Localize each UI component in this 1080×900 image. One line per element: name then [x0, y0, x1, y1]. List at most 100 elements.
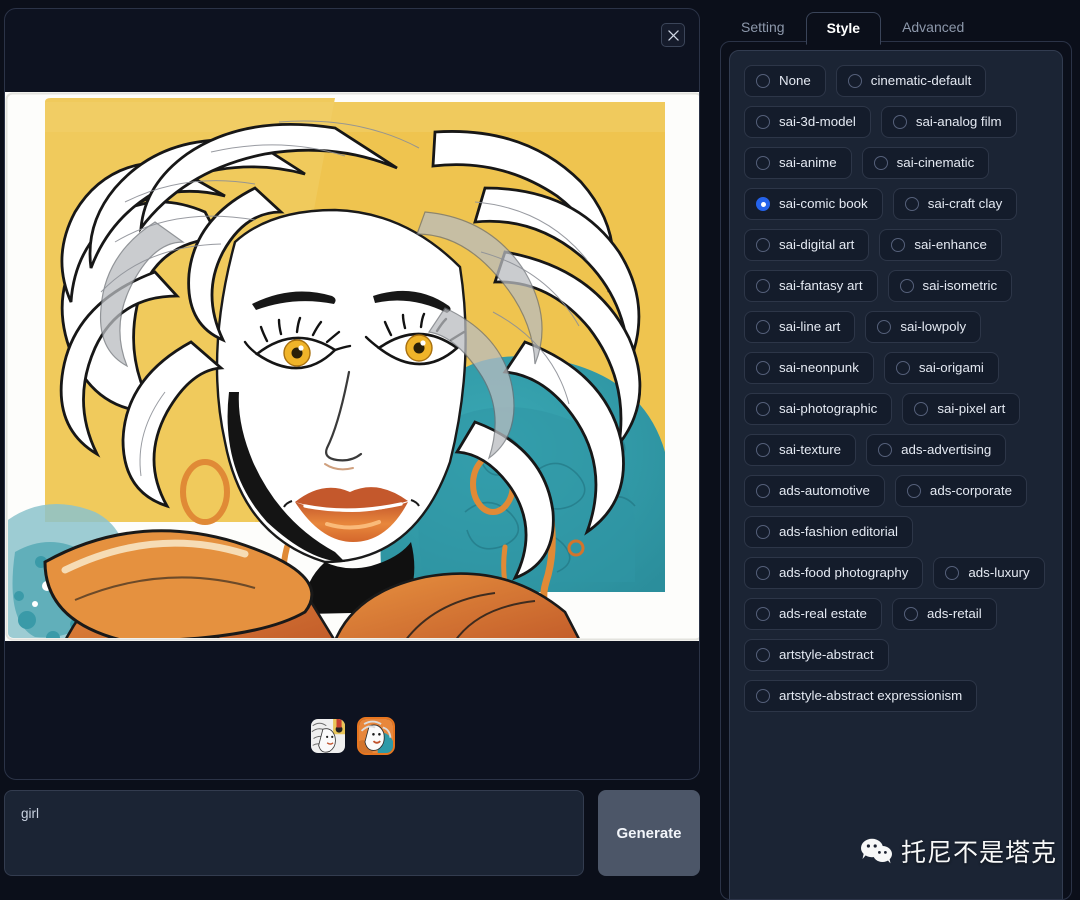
- style-option-label: sai-3d-model: [779, 114, 856, 130]
- style-option-label: sai-digital art: [779, 237, 855, 253]
- style-option-label: sai-isometric: [922, 278, 998, 294]
- thumbnail-sketch-preview: [311, 719, 345, 753]
- style-option[interactable]: ads-retail: [891, 598, 997, 630]
- radio-icon[interactable]: [892, 115, 907, 129]
- style-option[interactable]: sai-isometric: [887, 270, 1013, 302]
- style-option-label: sai-fantasy art: [779, 278, 863, 294]
- generate-button[interactable]: Generate: [598, 790, 700, 876]
- tab-label: Style: [826, 20, 861, 36]
- radio-icon[interactable]: [945, 566, 960, 580]
- radio-icon[interactable]: [756, 607, 770, 621]
- style-option[interactable]: ads-real estate: [744, 598, 882, 630]
- style-option[interactable]: sai-enhance: [879, 229, 1002, 261]
- tab-style[interactable]: Style: [805, 12, 882, 45]
- radio-icon[interactable]: [904, 197, 919, 211]
- style-option-label: ads-retail: [926, 606, 982, 622]
- radio-icon[interactable]: [899, 279, 914, 293]
- radio-icon[interactable]: [756, 238, 770, 252]
- radio-icon[interactable]: [895, 361, 910, 375]
- style-option[interactable]: sai-pixel art: [902, 393, 1021, 425]
- style-option-label: ads-fashion editorial: [779, 524, 899, 540]
- style-option[interactable]: sai-digital art: [744, 229, 870, 261]
- style-option[interactable]: sai-analog film: [880, 106, 1017, 138]
- preview-pane: girl Generate: [0, 0, 710, 900]
- tab-setting[interactable]: Setting: [720, 11, 806, 44]
- thumbnail-strip: [5, 717, 699, 755]
- tab-bar: Setting Style Advanced: [720, 8, 1072, 45]
- radio-icon[interactable]: [906, 484, 921, 498]
- style-option-label: sai-lowpoly: [900, 319, 967, 335]
- thumbnail-item[interactable]: [309, 717, 347, 755]
- radio-icon[interactable]: [756, 484, 770, 498]
- style-option[interactable]: ads-fashion editorial: [744, 516, 914, 548]
- style-option-label: sai-origami: [918, 360, 984, 376]
- style-options-scroll[interactable]: None cinematic-default sai-3d-model sai-ana…: [729, 50, 1063, 899]
- style-option[interactable]: sai-comic book: [744, 188, 883, 220]
- style-option[interactable]: ads-luxury: [933, 557, 1045, 589]
- style-option[interactable]: sai-origami: [883, 352, 999, 384]
- radio-icon[interactable]: [756, 566, 770, 580]
- radio-icon[interactable]: [877, 320, 892, 334]
- style-option[interactable]: sai-neonpunk: [744, 352, 874, 384]
- style-option[interactable]: ads-corporate: [894, 475, 1027, 507]
- radio-icon[interactable]: [878, 443, 893, 457]
- style-option[interactable]: sai-cinematic: [861, 147, 990, 179]
- image-generation-app: girl Generate Setting Style Advanced None c…: [0, 0, 1080, 900]
- settings-pane: Setting Style Advanced None cinematic-defau…: [710, 0, 1080, 900]
- style-option-label: sai-analog film: [915, 114, 1002, 130]
- style-option[interactable]: sai-craft clay: [892, 188, 1018, 220]
- preview-card: [4, 8, 700, 780]
- radio-icon[interactable]: [756, 197, 770, 211]
- style-option[interactable]: ads-food photography: [744, 557, 924, 589]
- style-option-grid: None cinematic-default sai-3d-model sai-ana…: [744, 65, 1050, 712]
- radio-icon[interactable]: [756, 115, 770, 129]
- style-option-label: None: [779, 73, 811, 89]
- radio-icon[interactable]: [756, 525, 770, 539]
- radio-icon[interactable]: [847, 74, 862, 88]
- style-option[interactable]: sai-texture: [744, 434, 857, 466]
- tab-label: Setting: [741, 19, 785, 35]
- style-option[interactable]: sai-3d-model: [744, 106, 871, 138]
- style-option-label: ads-luxury: [968, 565, 1030, 581]
- style-option[interactable]: None: [744, 65, 826, 97]
- radio-icon[interactable]: [873, 156, 888, 170]
- generated-image[interactable]: [5, 92, 699, 641]
- style-option[interactable]: sai-fantasy art: [744, 270, 878, 302]
- radio-icon[interactable]: [756, 689, 770, 703]
- radio-icon[interactable]: [756, 74, 770, 88]
- radio-icon[interactable]: [903, 607, 918, 621]
- radio-icon[interactable]: [756, 361, 770, 375]
- style-option-label: sai-pixel art: [937, 401, 1006, 417]
- style-option[interactable]: artstyle-abstract expressionism: [744, 680, 978, 712]
- style-option-label: ads-corporate: [929, 483, 1012, 499]
- style-option-label: ads-automotive: [779, 483, 870, 499]
- prompt-input[interactable]: girl: [4, 790, 584, 876]
- tab-label: Advanced: [902, 19, 965, 35]
- thumbnail-item-selected[interactable]: [357, 717, 395, 755]
- close-icon: [667, 29, 679, 41]
- style-option[interactable]: ads-advertising: [866, 434, 1007, 466]
- radio-icon[interactable]: [756, 648, 770, 662]
- close-button[interactable]: [661, 23, 685, 47]
- style-option-label: sai-line art: [779, 319, 841, 335]
- style-option[interactable]: sai-lowpoly: [865, 311, 982, 343]
- style-option[interactable]: artstyle-abstract: [744, 639, 889, 671]
- style-option[interactable]: sai-anime: [744, 147, 852, 179]
- style-option-label: sai-cinematic: [896, 155, 975, 171]
- tab-advanced[interactable]: Advanced: [881, 11, 985, 44]
- style-tab-panel: None cinematic-default sai-3d-model sai-ana…: [720, 41, 1072, 900]
- radio-icon[interactable]: [891, 238, 906, 252]
- radio-icon[interactable]: [756, 156, 770, 170]
- style-option[interactable]: ads-automotive: [744, 475, 885, 507]
- radio-icon[interactable]: [756, 320, 770, 334]
- radio-icon[interactable]: [756, 279, 770, 293]
- style-option-label: sai-photographic: [779, 401, 878, 417]
- radio-icon[interactable]: [756, 443, 770, 457]
- style-option[interactable]: sai-line art: [744, 311, 856, 343]
- style-option[interactable]: cinematic-default: [835, 65, 987, 97]
- radio-icon[interactable]: [756, 402, 770, 416]
- radio-icon[interactable]: [914, 402, 929, 416]
- style-option[interactable]: sai-photographic: [744, 393, 893, 425]
- style-option-label: sai-anime: [779, 155, 837, 171]
- thumbnail-color-preview: [359, 719, 393, 753]
